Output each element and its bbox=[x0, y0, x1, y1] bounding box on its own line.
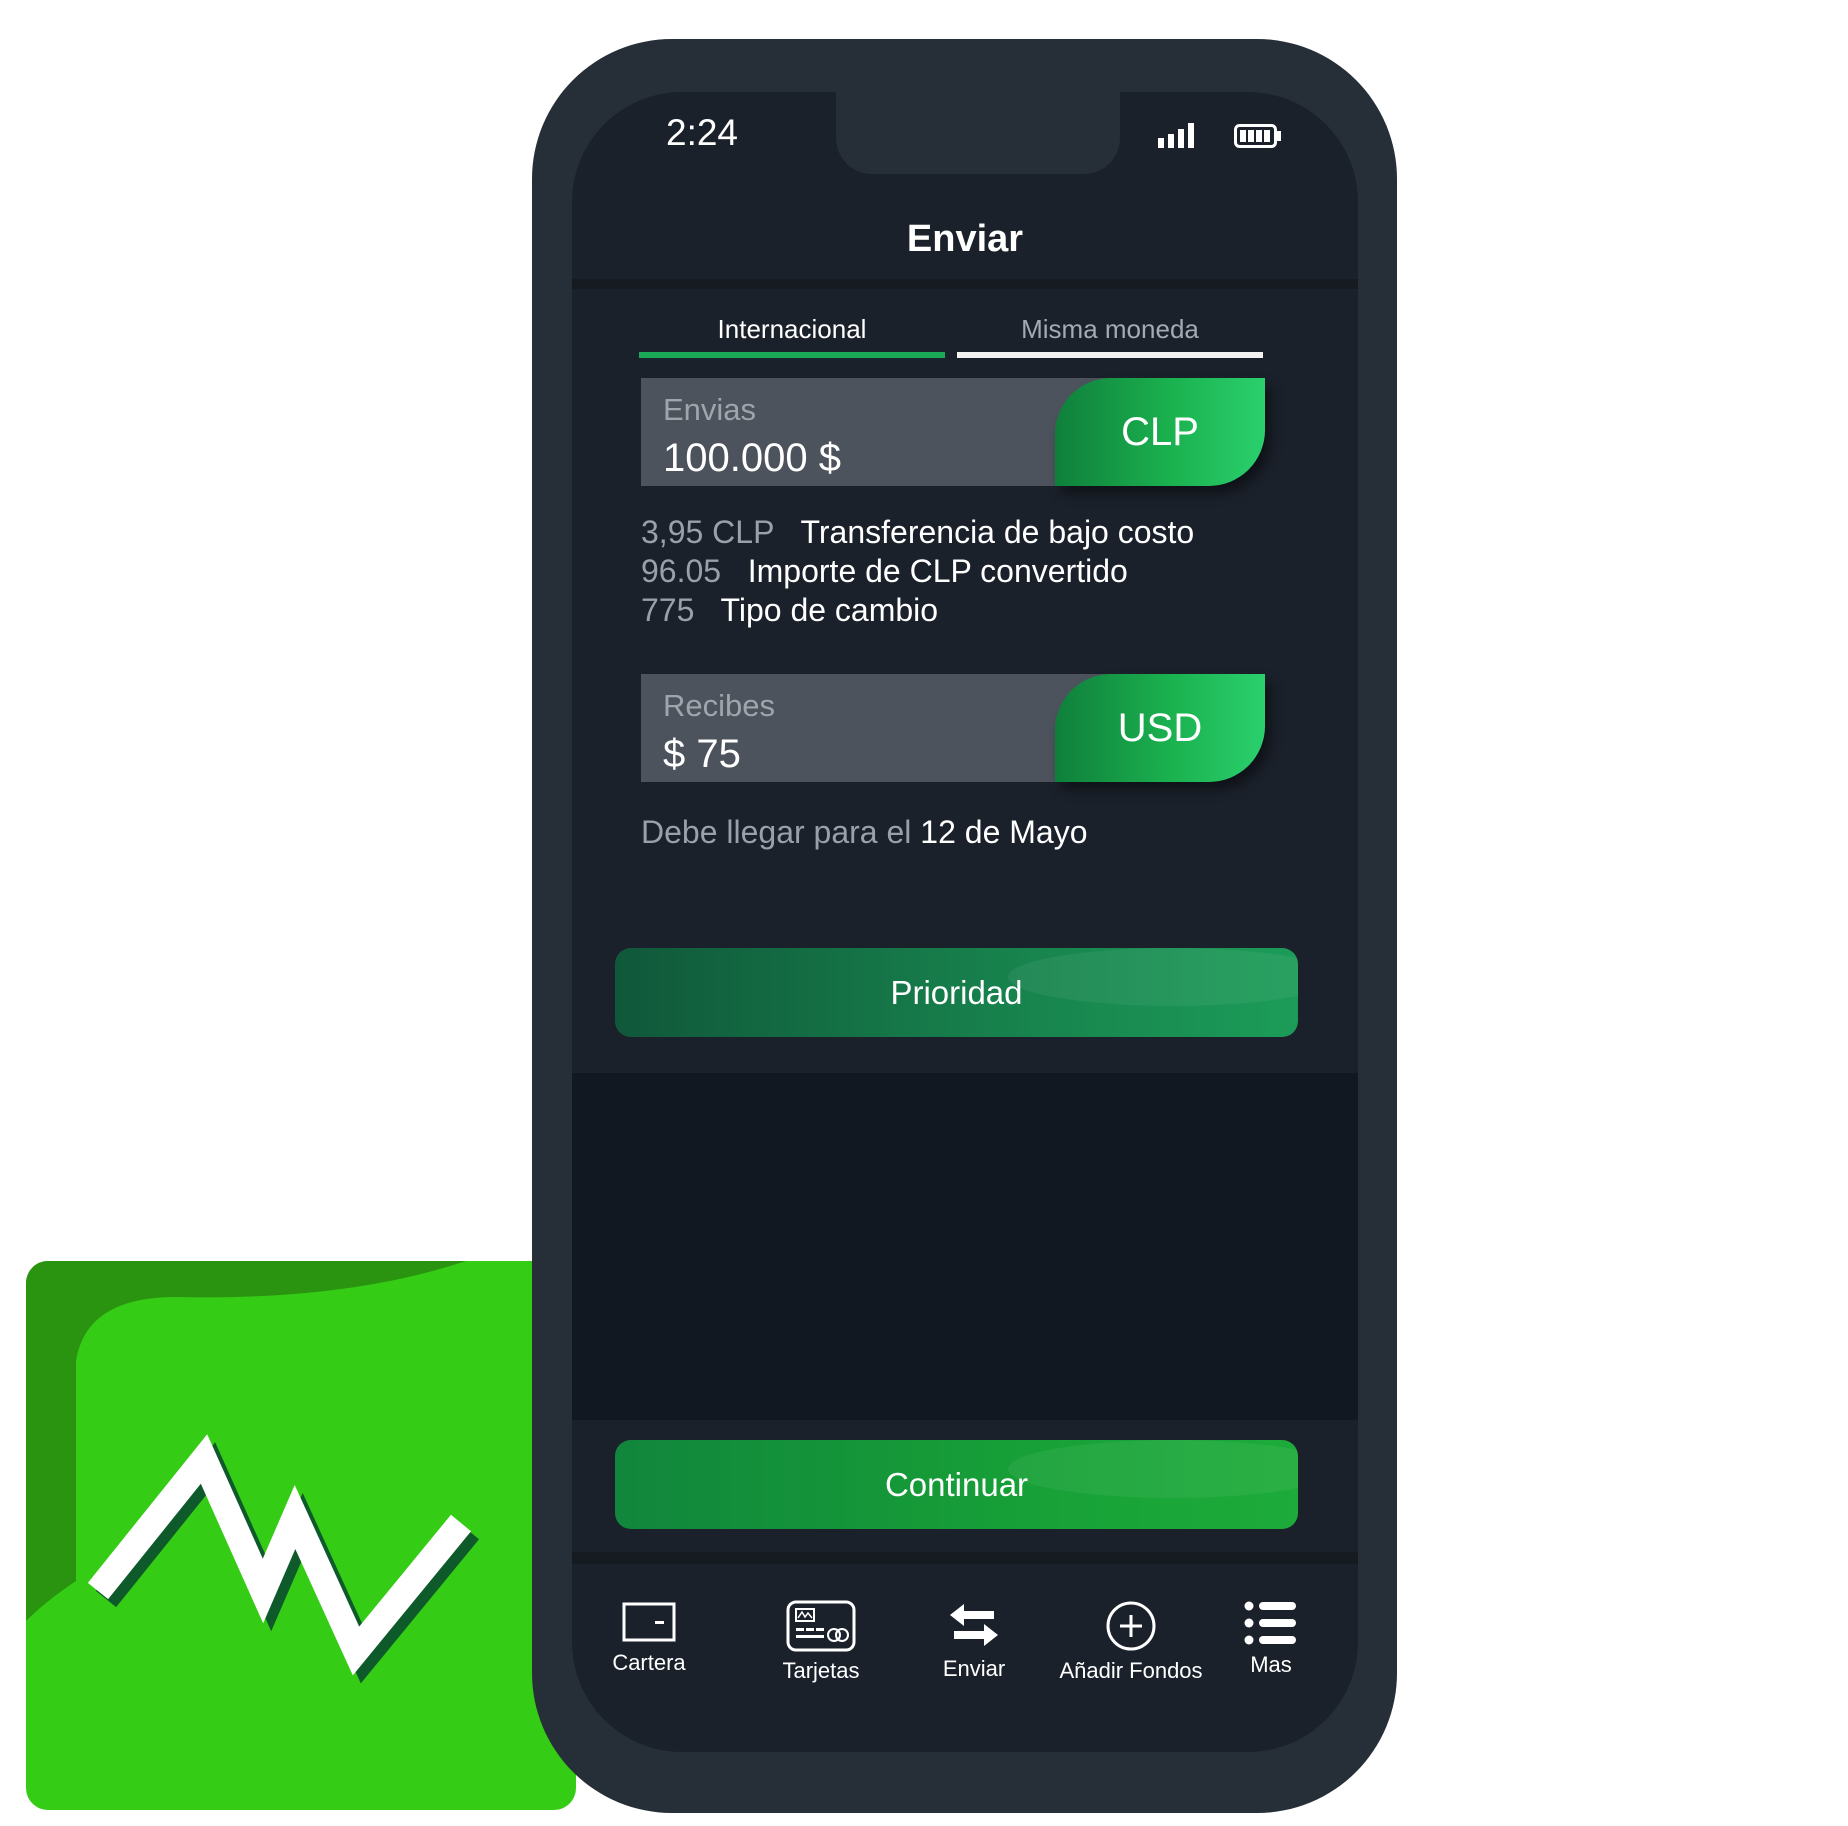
nav-label: Añadir Fondos bbox=[1059, 1658, 1203, 1683]
detail-label: Importe de CLP convertido bbox=[747, 553, 1128, 589]
nav-label: Enviar bbox=[942, 1656, 1006, 1681]
button-decoration bbox=[1008, 948, 1298, 1006]
nav-divider bbox=[572, 1552, 1358, 1564]
arrival-prefix: Debe llegar para el bbox=[641, 814, 912, 850]
detail-value: 775 bbox=[641, 592, 695, 628]
detail-row: 775 Tipo de cambio bbox=[641, 592, 938, 629]
transfer-arrows-icon bbox=[950, 1604, 998, 1646]
detail-value: 3,95 CLP bbox=[641, 514, 775, 550]
detail-row: 3,95 CLP Transferencia de bajo costo bbox=[641, 514, 1194, 551]
detail-value: 96.05 bbox=[641, 553, 722, 589]
send-currency-selector[interactable]: CLP bbox=[1055, 378, 1265, 486]
status-time: 2:24 bbox=[666, 112, 739, 153]
priority-button-label: Prioridad bbox=[890, 973, 1023, 1011]
continue-button[interactable]: Continuar bbox=[615, 1440, 1298, 1529]
receive-currency-selector[interactable]: USD bbox=[1055, 674, 1265, 782]
empty-content-area bbox=[572, 1073, 1358, 1420]
receive-amount-field[interactable]: Recibes $ 75 bbox=[641, 674, 1111, 782]
tab-internacional[interactable]: Internacional bbox=[639, 314, 945, 345]
send-value: 100.000 $ bbox=[663, 436, 841, 480]
wallet-icon bbox=[622, 1602, 676, 1642]
detail-row: 96.05 Importe de CLP convertido bbox=[641, 553, 1128, 590]
arrival-date: 12 de Mayo bbox=[920, 814, 1088, 850]
nav-item-cartera[interactable]: Cartera bbox=[596, 1600, 702, 1676]
plus-circle-icon bbox=[1106, 1601, 1156, 1651]
priority-button[interactable]: Prioridad bbox=[615, 948, 1298, 1037]
header-divider bbox=[572, 279, 1358, 289]
send-amount-field[interactable]: Envias 100.000 $ bbox=[641, 378, 1111, 486]
brand-logo bbox=[26, 1261, 576, 1810]
nav-item-mas[interactable]: Mas bbox=[1236, 1600, 1306, 1678]
nav-item-enviar[interactable]: Enviar bbox=[924, 1600, 1024, 1682]
send-label: Envias bbox=[663, 392, 757, 427]
button-decoration bbox=[1008, 1440, 1298, 1498]
receive-value: $ 75 bbox=[663, 732, 741, 776]
battery-icon bbox=[1234, 124, 1281, 148]
nav-label: Tarjetas bbox=[782, 1658, 860, 1683]
nav-item-tarjetas[interactable]: Tarjetas bbox=[768, 1600, 874, 1684]
nav-item-anadir-fondos[interactable]: Añadir Fondos bbox=[1048, 1600, 1214, 1684]
tab-indicator-active bbox=[639, 352, 945, 358]
nav-label: Mas bbox=[1250, 1652, 1292, 1677]
menu-list-icon bbox=[1244, 1601, 1296, 1645]
phone-notch bbox=[836, 86, 1120, 174]
detail-label: Transferencia de bajo costo bbox=[800, 514, 1195, 550]
arrival-estimate: Debe llegar para el 12 de Mayo bbox=[641, 814, 1088, 851]
nav-label: Cartera bbox=[612, 1650, 686, 1675]
tab-indicator-inactive bbox=[957, 352, 1263, 358]
signal-icon bbox=[1158, 123, 1194, 148]
receive-label: Recibes bbox=[663, 688, 775, 723]
page-title: Enviar bbox=[906, 218, 1024, 260]
detail-label: Tipo de cambio bbox=[720, 592, 939, 628]
continue-button-label: Continuar bbox=[884, 1465, 1029, 1503]
card-icon bbox=[786, 1600, 856, 1652]
tab-misma-moneda[interactable]: Misma moneda bbox=[957, 314, 1263, 345]
